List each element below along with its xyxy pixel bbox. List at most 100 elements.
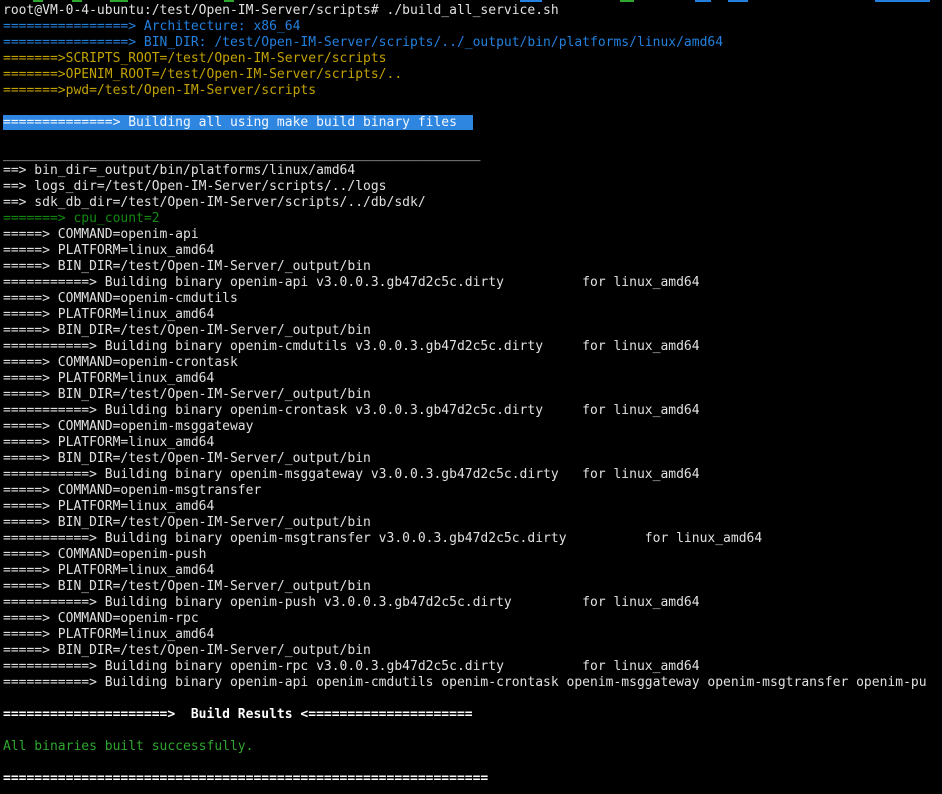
terminal-line-text: =====> COMMAND=openim-msgtransfer [3, 483, 261, 498]
terminal-line-text: =====> BIN_DIR=/test/Open-IM-Server/_out… [3, 579, 371, 594]
terminal-line: ==> bin_dir=_output/bin/platforms/linux/… [3, 163, 942, 179]
terminal-line-text: =====> PLATFORM=linux_amd64 [3, 627, 214, 642]
clipped-text-fragment [224, 0, 234, 2]
terminal-line-text: =====> COMMAND=openim-push [3, 547, 207, 562]
terminal-line: ==============> Building all using make … [3, 115, 942, 131]
terminal-line: =====> BIN_DIR=/test/Open-IM-Server/_out… [3, 643, 942, 659]
terminal-line: =======>OPENIM_ROOT=/test/Open-IM-Server… [3, 67, 942, 83]
terminal-line-text: =====> BIN_DIR=/test/Open-IM-Server/_out… [3, 323, 371, 338]
terminal-screen: root@VM-0-4-ubuntu:/test/Open-IM-Server/… [3, 3, 942, 787]
terminal-line [3, 131, 942, 147]
terminal-line: ===========> Building binary openim-api … [3, 275, 942, 291]
terminal-line: =====> COMMAND=openim-push [3, 547, 942, 563]
terminal-line: =======> cpu_count=2 [3, 211, 942, 227]
terminal-line-text: =====> BIN_DIR=/test/Open-IM-Server/_out… [3, 451, 371, 466]
terminal-line: ===========> Building binary openim-msgg… [3, 467, 942, 483]
terminal-line-text: ================> BIN_DIR: /test/Open-IM… [3, 35, 723, 50]
terminal-line: ================> BIN_DIR: /test/Open-IM… [3, 35, 942, 51]
terminal-line-text: ________________________________________… [3, 147, 480, 162]
terminal-line-text: =====> COMMAND=openim-rpc [3, 611, 199, 626]
terminal-line-text: =====> BIN_DIR=/test/Open-IM-Server/_out… [3, 259, 371, 274]
terminal-line: ===========> Building binary openim-api … [3, 675, 942, 691]
clipped-text-fragment [875, 0, 930, 2]
terminal-line [3, 691, 942, 707]
terminal-line: =====> PLATFORM=linux_amd64 [3, 307, 942, 323]
terminal-line-text: =====> PLATFORM=linux_amd64 [3, 435, 214, 450]
terminal-line-text: ==> bin_dir=_output/bin/platforms/linux/… [3, 163, 355, 178]
terminal-line: ===========> Building binary openim-cmdu… [3, 339, 942, 355]
terminal-line-text: =====> BIN_DIR=/test/Open-IM-Server/_out… [3, 515, 371, 530]
terminal-line-text: =====> BIN_DIR=/test/Open-IM-Server/_out… [3, 387, 371, 402]
terminal-line-text: ===========> Building binary openim-msgg… [3, 467, 700, 482]
terminal-line-text: ==> sdk_db_dir=/test/Open-IM-Server/scri… [3, 195, 426, 210]
terminal-line-text: ========================================… [3, 771, 488, 786]
terminal-window[interactable]: root@VM-0-4-ubuntu:/test/Open-IM-Server/… [0, 0, 942, 794]
clipped-text-fragment [33, 0, 43, 2]
terminal-line-text: =====> PLATFORM=linux_amd64 [3, 499, 214, 514]
terminal-line: =======>SCRIPTS_ROOT=/test/Open-IM-Serve… [3, 51, 942, 67]
terminal-line-text: =====> COMMAND=openim-crontask [3, 355, 238, 370]
terminal-line-text: ===========> Building binary openim-msgt… [3, 531, 762, 546]
terminal-line: =====> PLATFORM=linux_amd64 [3, 627, 942, 643]
terminal-line [3, 755, 942, 771]
terminal-line: =====> COMMAND=openim-msggateway [3, 419, 942, 435]
terminal-line: =====> PLATFORM=linux_amd64 [3, 563, 942, 579]
terminal-line-text: =====> PLATFORM=linux_amd64 [3, 563, 214, 578]
terminal-line: root@VM-0-4-ubuntu:/test/Open-IM-Server/… [3, 3, 942, 19]
terminal-line-text: ================> Architecture: x86_64 [3, 19, 300, 34]
terminal-line: ===========> Building binary openim-msgt… [3, 531, 942, 547]
terminal-line-text: =======> cpu_count=2 [3, 211, 160, 226]
terminal-line-text: ===========> Building binary openim-rpc … [3, 659, 700, 674]
terminal-line: =====> BIN_DIR=/test/Open-IM-Server/_out… [3, 387, 942, 403]
terminal-line-text: =====> COMMAND=openim-cmdutils [3, 291, 238, 306]
terminal-line: =====> BIN_DIR=/test/Open-IM-Server/_out… [3, 579, 942, 595]
terminal-line: =====> COMMAND=openim-api [3, 227, 942, 243]
terminal-line: All binaries built successfully. [3, 739, 942, 755]
terminal-line-text: root@VM-0-4-ubuntu:/test/Open-IM-Server/… [3, 3, 559, 18]
terminal-line-text: ==> logs_dir=/test/Open-IM-Server/script… [3, 179, 387, 194]
clipped-text-fragment [728, 0, 748, 2]
terminal-line: =====> BIN_DIR=/test/Open-IM-Server/_out… [3, 259, 942, 275]
terminal-line-text: =====> PLATFORM=linux_amd64 [3, 243, 214, 258]
terminal-line: =====> BIN_DIR=/test/Open-IM-Server/_out… [3, 323, 942, 339]
terminal-line: =======>pwd=/test/Open-IM-Server/scripts [3, 83, 942, 99]
terminal-line-text: =======>pwd=/test/Open-IM-Server/scripts [3, 83, 316, 98]
terminal-line: =====> BIN_DIR=/test/Open-IM-Server/_out… [3, 451, 942, 467]
terminal-line: ========================================… [3, 771, 942, 787]
clipped-text-fragment [72, 0, 82, 2]
terminal-line-text: ===========> Building binary openim-cmdu… [3, 339, 700, 354]
terminal-line: =====> PLATFORM=linux_amd64 [3, 499, 942, 515]
terminal-line-text: =====> PLATFORM=linux_amd64 [3, 307, 214, 322]
terminal-line: =====> PLATFORM=linux_amd64 [3, 371, 942, 387]
terminal-line: ===========> Building binary openim-cron… [3, 403, 942, 419]
terminal-line: ===========> Building binary openim-rpc … [3, 659, 942, 675]
terminal-line: =====================> Build Results <==… [3, 707, 942, 723]
terminal-line: =====> COMMAND=openim-msgtransfer [3, 483, 942, 499]
terminal-line: =====> PLATFORM=linux_amd64 [3, 435, 942, 451]
terminal-line-text: All binaries built successfully. [3, 739, 253, 754]
terminal-line-text: ===========> Building binary openim-api … [3, 275, 700, 290]
terminal-line-text: =====> COMMAND=openim-msggateway [3, 419, 253, 434]
terminal-line-text: =====================> Build Results <==… [3, 707, 473, 722]
terminal-line-text: =====> COMMAND=openim-api [3, 227, 199, 242]
terminal-line-text: ===========> Building binary openim-api … [3, 675, 927, 690]
clipped-text-fragment [520, 0, 542, 2]
terminal-line: =====> COMMAND=openim-crontask [3, 355, 942, 371]
clipped-text-fragment [695, 0, 711, 2]
terminal-line [3, 99, 942, 115]
terminal-line-text: =======>OPENIM_ROOT=/test/Open-IM-Server… [3, 67, 402, 82]
terminal-line: ________________________________________… [3, 147, 942, 163]
terminal-line: =====> COMMAND=openim-rpc [3, 611, 942, 627]
terminal-line: ================> Architecture: x86_64 [3, 19, 942, 35]
terminal-line-text: ==============> Building all using make … [3, 115, 473, 130]
terminal-line-text: =====> PLATFORM=linux_amd64 [3, 371, 214, 386]
terminal-line-text: ===========> Building binary openim-cron… [3, 403, 700, 418]
terminal-line: =====> BIN_DIR=/test/Open-IM-Server/_out… [3, 515, 942, 531]
clipped-text-fragment [620, 0, 634, 2]
terminal-line-text: =====> BIN_DIR=/test/Open-IM-Server/_out… [3, 643, 371, 658]
terminal-line: =====> COMMAND=openim-cmdutils [3, 291, 942, 307]
terminal-line [3, 723, 942, 739]
terminal-line: ===========> Building binary openim-push… [3, 595, 942, 611]
terminal-line: =====> PLATFORM=linux_amd64 [3, 243, 942, 259]
terminal-line-text: ===========> Building binary openim-push… [3, 595, 700, 610]
